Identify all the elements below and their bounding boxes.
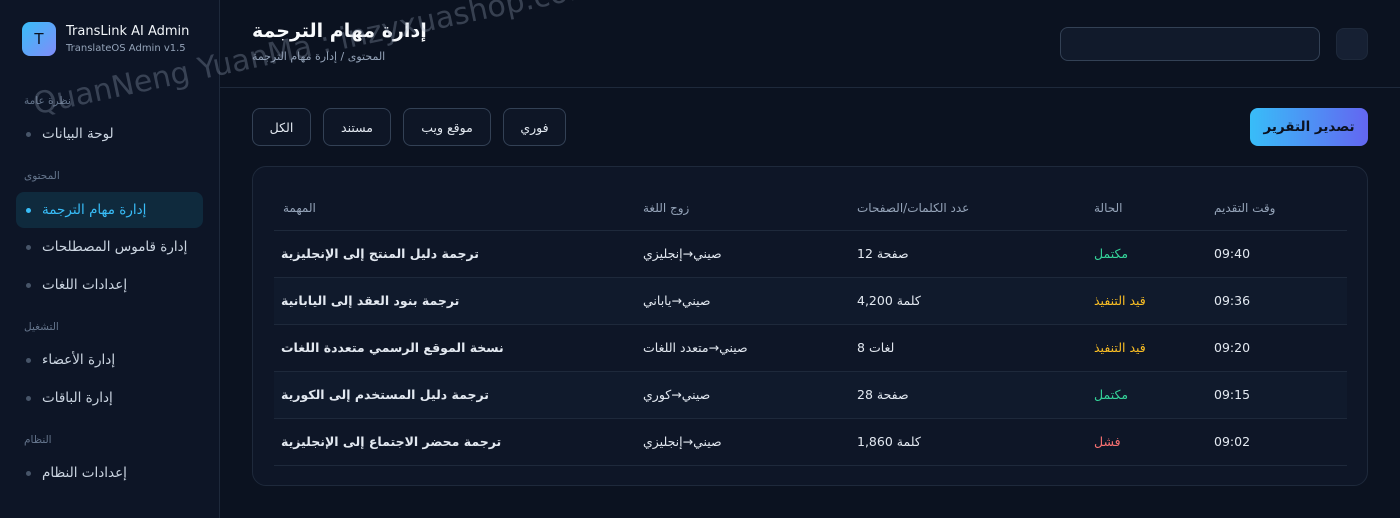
nav-dot-icon: [26, 282, 31, 288]
nav-dot-icon: [26, 470, 31, 476]
column-header-amount: عدد الكلمات/الصفحات: [857, 201, 970, 215]
cell-amount: 12 صفحة: [857, 246, 909, 261]
cell-task: نسخة الموقع الرسمي متعددة اللغات: [281, 340, 504, 355]
filter-website-button[interactable]: موقع ويب: [403, 108, 491, 146]
breadcrumb: المحتوى / إدارة مهام الترجمة: [252, 50, 386, 63]
nav-dot-icon: [26, 357, 31, 363]
notification-icon[interactable]: [1336, 28, 1368, 60]
sidebar-item-glossary[interactable]: إدارة قاموس المصطلحات: [16, 229, 203, 265]
tasks-table: المهمة زوج اللغة عدد الكلمات/الصفحات الح…: [252, 166, 1368, 486]
filter-instant-button[interactable]: فوري: [503, 108, 566, 146]
page-title: إدارة مهام الترجمة: [252, 20, 427, 42]
sidebar-item-label: إعدادات النظام: [42, 465, 127, 481]
column-header-language-pair: زوج اللغة: [643, 201, 690, 215]
cell-submitted-time: 09:20: [1214, 340, 1251, 355]
table-row[interactable]: ترجمة دليل المنتج إلى الإنجليزية صيني→إن…: [274, 230, 1347, 277]
sidebar-item-dashboard[interactable]: لوحة البيانات: [16, 116, 203, 152]
cell-submitted-time: 09:40: [1214, 246, 1251, 261]
cell-submitted-time: 09:02: [1214, 434, 1251, 449]
status-badge: فشل: [1094, 434, 1121, 449]
app-title: TransLink AI Admin: [66, 23, 190, 39]
nav-dot-icon: [26, 131, 31, 137]
nav-dot-icon: [26, 395, 31, 401]
table-row[interactable]: ترجمة بنود العقد إلى اليابانية صيني→يابا…: [274, 277, 1347, 324]
sidebar-item-label: لوحة البيانات: [42, 126, 114, 142]
export-report-button[interactable]: تصدير التقرير: [1250, 108, 1368, 146]
sidebar-item-members[interactable]: إدارة الأعضاء: [16, 342, 203, 378]
cell-language-pair: صيني→كوري: [643, 387, 711, 402]
cell-task: ترجمة دليل المنتج إلى الإنجليزية: [281, 246, 479, 261]
cell-amount: 28 صفحة: [857, 387, 909, 402]
section-label-system: النظام: [24, 434, 52, 446]
nav-dot-icon: [26, 207, 31, 213]
section-label-operations: التشغيل: [24, 321, 59, 333]
cell-submitted-time: 09:15: [1214, 387, 1251, 402]
app-logo: T: [22, 22, 56, 56]
table-row[interactable]: ترجمة دليل المستخدم إلى الكورية صيني→كور…: [274, 371, 1347, 418]
sidebar-item-label: إدارة قاموس المصطلحات: [42, 239, 188, 255]
status-badge: قيد التنفيذ: [1094, 340, 1146, 355]
sidebar-item-system-settings[interactable]: إعدادات النظام: [16, 455, 203, 491]
column-header-submitted-time: وقت التقديم: [1214, 201, 1276, 215]
cell-language-pair: صيني→متعدد اللغات: [643, 340, 748, 355]
status-badge: مكتمل: [1094, 387, 1129, 402]
sidebar-item-label: إدارة مهام الترجمة: [42, 202, 147, 218]
main-content: إدارة مهام الترجمة المحتوى / إدارة مهام …: [220, 0, 1400, 518]
section-label-content: المحتوى: [24, 170, 60, 182]
cell-amount: 8 لغات: [857, 340, 895, 355]
cell-task: ترجمة محضر الاجتماع إلى الإنجليزية: [281, 434, 502, 449]
status-badge: قيد التنفيذ: [1094, 293, 1146, 308]
column-header-status: الحالة: [1094, 201, 1123, 215]
table-row[interactable]: ترجمة محضر الاجتماع إلى الإنجليزية صيني→…: [274, 418, 1347, 465]
topbar: إدارة مهام الترجمة المحتوى / إدارة مهام …: [220, 0, 1400, 88]
sidebar-item-label: إدارة الأعضاء: [42, 352, 116, 368]
cell-language-pair: صيني→ياباني: [643, 293, 711, 308]
cell-language-pair: صيني→إنجليزي: [643, 246, 722, 261]
brand: T TransLink AI Admin TranslateOS Admin v…: [22, 22, 189, 56]
sidebar-item-label: إدارة الباقات: [42, 390, 113, 406]
sidebar-item-language-settings[interactable]: إعدادات اللغات: [16, 267, 203, 303]
filter-document-button[interactable]: مستند: [323, 108, 391, 146]
sidebar: T TransLink AI Admin TranslateOS Admin v…: [0, 0, 220, 518]
app-subtitle: TranslateOS Admin v1.5: [66, 42, 186, 54]
table-bottom-divider: [274, 465, 1347, 466]
sidebar-item-plans[interactable]: إدارة الباقات: [16, 380, 203, 416]
cell-task: ترجمة دليل المستخدم إلى الكورية: [281, 387, 489, 402]
table-row[interactable]: نسخة الموقع الرسمي متعددة اللغات صيني→مت…: [274, 324, 1347, 371]
cell-amount: 4,200 كلمة: [857, 293, 921, 308]
status-badge: مكتمل: [1094, 246, 1129, 261]
section-label-overview: نظرة عامة: [24, 95, 71, 107]
sidebar-item-label: إعدادات اللغات: [42, 277, 128, 293]
cell-amount: 1,860 كلمة: [857, 434, 921, 449]
nav-dot-icon: [26, 244, 31, 250]
cell-language-pair: صيني→إنجليزي: [643, 434, 722, 449]
search-input[interactable]: [1060, 27, 1320, 61]
sidebar-item-translation-tasks[interactable]: إدارة مهام الترجمة: [16, 192, 203, 228]
column-header-task: المهمة: [283, 201, 316, 215]
cell-task: ترجمة بنود العقد إلى اليابانية: [281, 293, 460, 308]
filter-all-button[interactable]: الكل: [252, 108, 311, 146]
cell-submitted-time: 09:36: [1214, 293, 1251, 308]
